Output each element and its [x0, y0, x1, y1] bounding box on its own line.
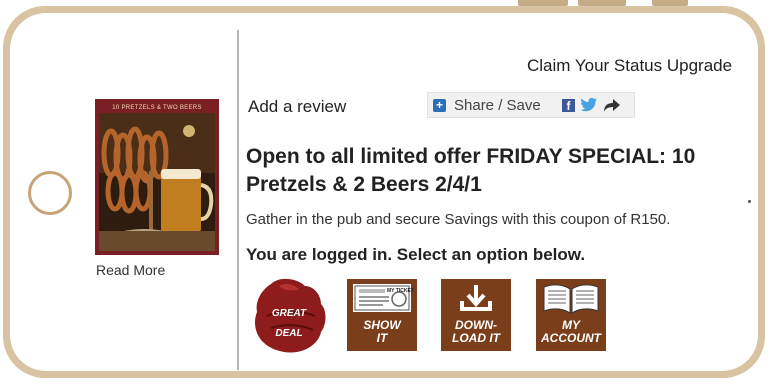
facebook-icon[interactable]: f	[562, 99, 575, 113]
offer-title: Open to all limited offer FRIDAY SPECIAL…	[246, 145, 696, 196]
share-arrow-icon[interactable]	[603, 97, 621, 118]
show-it-button[interactable]: MY TICKET SHOW IT	[347, 279, 417, 351]
side-dot	[748, 200, 751, 203]
read-more-link[interactable]: Read More	[96, 262, 165, 278]
home-button[interactable]	[28, 171, 72, 215]
show-it-label: SHOW IT	[363, 318, 401, 345]
share-save-bar[interactable]: + Share / Save f	[427, 92, 635, 118]
share-plus-icon: +	[433, 99, 446, 112]
great-deal-label-1: GREAT	[272, 308, 307, 319]
my-account-label: MY ACCOUNT	[541, 318, 601, 345]
pretzel-beer-photo	[99, 113, 215, 251]
book-icon	[543, 284, 599, 314]
great-deal-label-2: DEAL	[275, 328, 302, 339]
column-divider	[237, 30, 239, 370]
great-deal-button[interactable]: GREAT DEAL	[249, 276, 329, 354]
share-save-label: Share / Save	[454, 97, 541, 114]
offer-image-caption: 10 PRETZELS & TWO BEERS	[112, 105, 202, 111]
offer-description: Gather in the pub and secure Savings wit…	[246, 211, 671, 228]
download-icon	[460, 285, 492, 311]
svg-text:MY TICKET: MY TICKET	[387, 288, 414, 294]
my-account-button[interactable]: MY ACCOUNT	[536, 279, 606, 351]
twitter-icon[interactable]	[580, 97, 598, 118]
offer-image[interactable]: 10 PRETZELS & TWO BEERS	[95, 99, 219, 255]
ticket-icon: MY TICKET	[353, 284, 414, 312]
add-review-link[interactable]: Add a review	[248, 97, 346, 117]
claim-status-upgrade-link[interactable]: Claim Your Status Upgrade	[527, 56, 732, 76]
login-status: You are logged in. Select an option belo…	[246, 245, 586, 264]
download-label: DOWN-LOAD IT	[452, 318, 500, 345]
download-button[interactable]: DOWN-LOAD IT	[441, 279, 511, 351]
